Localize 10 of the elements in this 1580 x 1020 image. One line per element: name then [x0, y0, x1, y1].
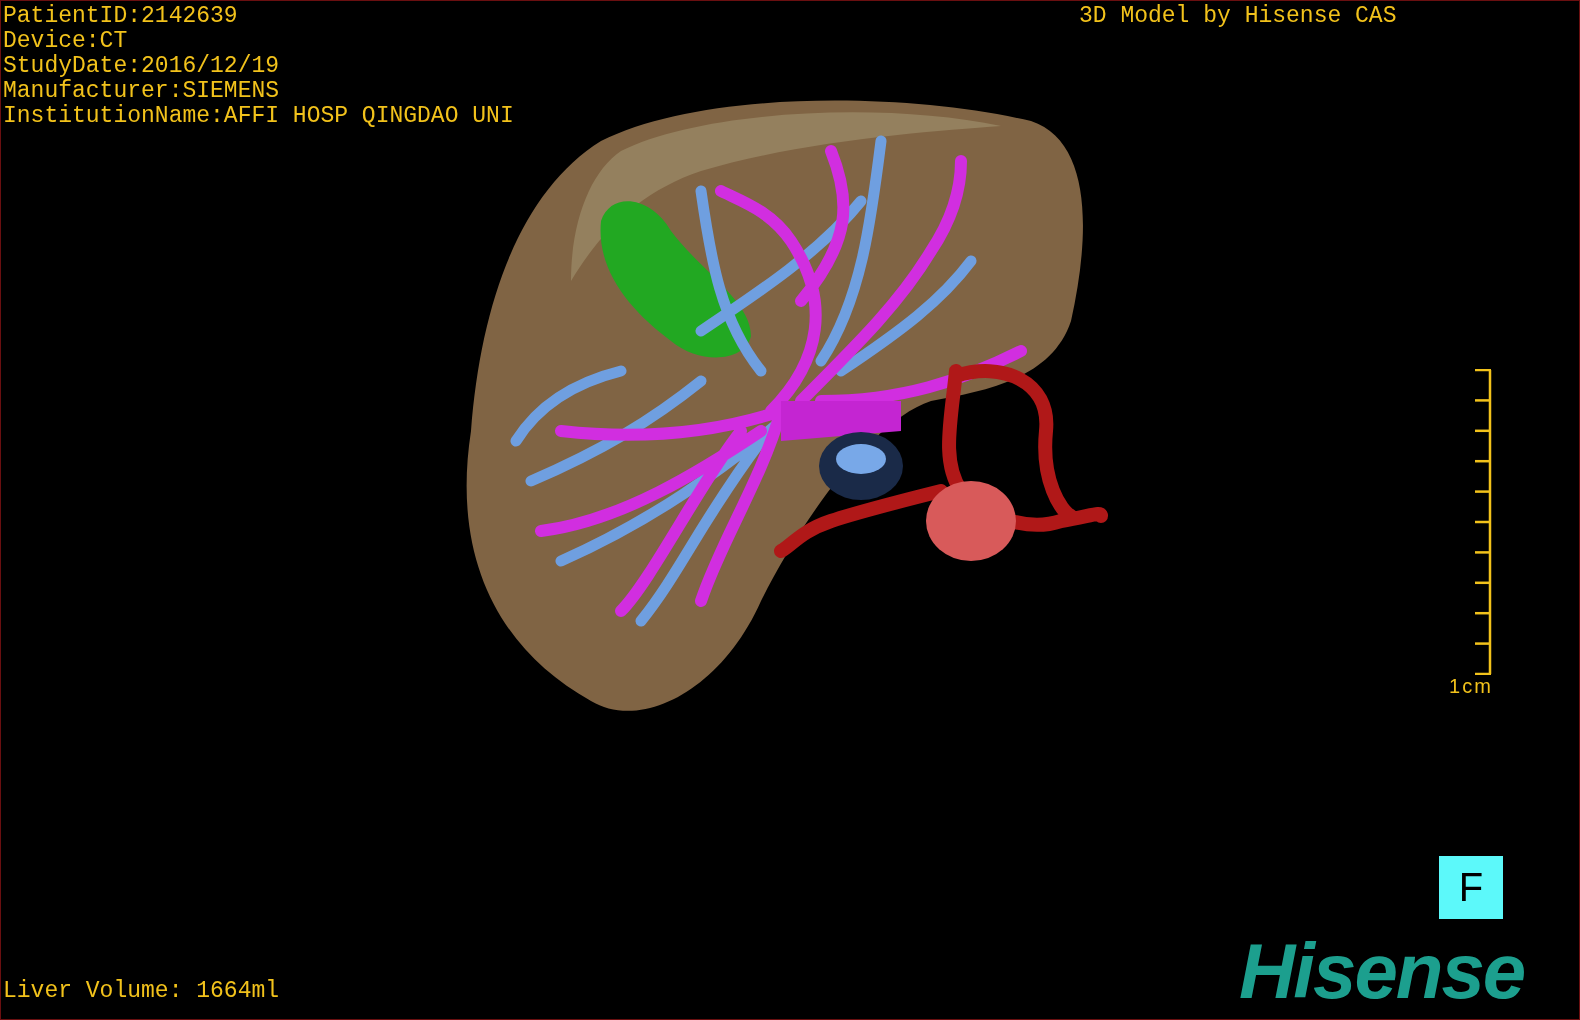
info-text: Manufacturer:SIEMENS	[3, 79, 281, 104]
volume-text: Liver Volume: 1664ml	[3, 979, 280, 1004]
credit-text: 3D Model by Hisense CAS	[1079, 4, 1397, 29]
orientation-marker: F	[1439, 856, 1503, 919]
logo-text: Hisense	[1239, 931, 1525, 1011]
info-text: Device:CT	[3, 29, 129, 54]
info-text: InstitutionName:AFFI HOSP QINGDAO UNI	[3, 104, 514, 129]
info-text: StudyDate:2016/12/19	[3, 54, 281, 79]
scale-label: 1cm	[1449, 675, 1493, 697]
info-text: PatientID:2142639	[3, 4, 239, 29]
